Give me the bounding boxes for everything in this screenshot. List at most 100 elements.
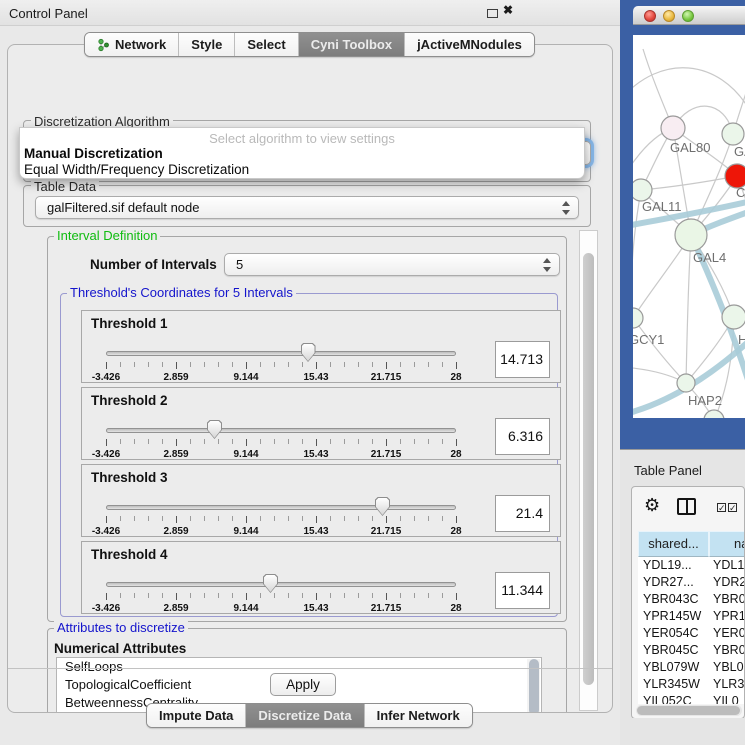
cell-name[interactable]: YIL0 <box>709 693 745 704</box>
cell-shared-name[interactable]: YDL19... <box>638 557 709 574</box>
network-node-gal80[interactable] <box>661 116 685 140</box>
column-split-icon[interactable] <box>677 498 696 515</box>
tab-jactivemnodules[interactable]: jActiveMNodules <box>404 33 534 56</box>
scrollbar-thumb[interactable] <box>583 253 594 685</box>
tab-select[interactable]: Select <box>234 33 297 56</box>
threshold-value-field[interactable]: 14.713 <box>495 341 550 378</box>
network-node-ga[interactable] <box>722 123 744 145</box>
top-tab-bar: Network Style Select Cyni Toolbox jActiv… <box>84 32 535 57</box>
network-window-titlebar[interactable] <box>633 6 745 25</box>
column-header-shared[interactable]: shared... <box>638 531 709 557</box>
threshold-label: Threshold 3 <box>91 470 168 485</box>
network-node-gal11[interactable] <box>633 179 652 201</box>
tab-style[interactable]: Style <box>178 33 234 56</box>
cell-name[interactable]: YBR0 <box>709 642 745 659</box>
checkbox-icon[interactable]: ✓ <box>717 503 726 512</box>
network-node-hap2[interactable] <box>677 374 695 392</box>
slider-tick-label: 9.144 <box>233 603 258 614</box>
cell-name[interactable]: YDR2 <box>709 574 745 591</box>
slider-tick-label: 28 <box>450 603 461 614</box>
tab-network[interactable]: Network <box>85 33 178 56</box>
slider-track[interactable] <box>106 582 456 587</box>
slider-handle[interactable] <box>263 574 278 593</box>
table-row[interactable]: YPR145WYPR1 <box>638 608 745 625</box>
node-label: H <box>738 332 745 347</box>
attributes-group-title: Attributes to discretize <box>54 620 188 635</box>
cell-shared-name[interactable]: YBR043C <box>638 591 709 608</box>
slider-handle[interactable] <box>207 420 222 439</box>
table-row[interactable]: YIL052CYIL0 <box>638 693 745 704</box>
slider-track[interactable] <box>106 351 456 356</box>
cell-shared-name[interactable]: YER054C <box>638 625 709 642</box>
close-icon[interactable]: ✖ <box>503 3 513 17</box>
threshold-list: Threshold 1-3.4262.8599.14415.4321.71528… <box>61 310 561 618</box>
cell-name[interactable]: YBL0 <box>709 659 745 676</box>
num-intervals-value: 5 <box>236 257 243 272</box>
slider-handle[interactable] <box>301 343 316 362</box>
network-node-gcy1[interactable] <box>633 308 643 328</box>
network-canvas[interactable]: GAL80GACGAL11GAL4GCY1HHAP2 <box>633 35 745 418</box>
slider-tick-label: 9.144 <box>233 526 258 537</box>
slider-tick-label: -3.426 <box>92 603 120 614</box>
table-row[interactable]: YBL079WYBL0 <box>638 659 745 676</box>
threshold-value-field[interactable]: 11.344 <box>495 572 550 609</box>
gear-icon[interactable]: ⚙ <box>644 495 660 516</box>
window-close-icon[interactable] <box>644 10 656 22</box>
threshold-slider[interactable]: -3.4262.8599.14415.4321.71528 <box>106 349 456 383</box>
cell-name[interactable]: YDL1 <box>709 557 745 574</box>
cell-shared-name[interactable]: YBR045C <box>638 642 709 659</box>
table-row[interactable]: YDR27...YDR2 <box>638 574 745 591</box>
cell-name[interactable]: YPR1 <box>709 608 745 625</box>
column-header-name[interactable]: na <box>709 531 745 557</box>
tab-impute-data[interactable]: Impute Data <box>147 704 245 727</box>
popup-item-manual-discretization[interactable]: Manual Discretization <box>24 146 163 161</box>
threshold-value-field[interactable]: 6.316 <box>495 418 550 455</box>
control-panel-titlebar: Control Panel ✖ <box>0 0 620 26</box>
table-row[interactable]: YDL19...YDL1 <box>638 557 745 574</box>
threshold-slider[interactable]: -3.4262.8599.14415.4321.71528 <box>106 580 456 614</box>
float-panel-icon[interactable] <box>487 9 498 18</box>
table-row[interactable]: YBR043CYBR0 <box>638 591 745 608</box>
table-data-combobox[interactable]: galFiltered.sif default node <box>35 196 579 219</box>
slider-tick-label: 2.859 <box>163 372 188 383</box>
checkbox-icon[interactable]: ✓ <box>728 503 737 512</box>
thresholds-group-title: Threshold's Coordinates for 5 Intervals <box>67 285 296 300</box>
slider-track[interactable] <box>106 505 456 510</box>
slider-tick-label: 2.859 <box>163 603 188 614</box>
table-horizontal-scrollbar[interactable] <box>636 705 742 716</box>
cell-shared-name[interactable]: YIL052C <box>638 693 709 704</box>
num-intervals-combobox[interactable]: 5 <box>224 253 560 276</box>
table-row[interactable]: YBR045CYBR0 <box>638 642 745 659</box>
popup-item-equal-width-frequency[interactable]: Equal Width/Frequency Discretization <box>24 162 249 177</box>
cell-shared-name[interactable]: YLR345W <box>638 676 709 693</box>
cell-name[interactable]: YLR3 <box>709 676 745 693</box>
window-zoom-icon[interactable] <box>682 10 694 22</box>
threshold-value-field[interactable]: 21.4 <box>495 495 550 532</box>
cell-shared-name[interactable]: YPR145W <box>638 608 709 625</box>
window-minimize-icon[interactable] <box>663 10 675 22</box>
table-row[interactable]: YLR345WYLR3 <box>638 676 745 693</box>
apply-button[interactable]: Apply <box>270 673 336 696</box>
cell-name[interactable]: YER0 <box>709 625 745 642</box>
panel-vertical-scrollbar[interactable] <box>579 230 598 711</box>
tab-discretize-data[interactable]: Discretize Data <box>245 704 363 727</box>
tab-infer-network[interactable]: Infer Network <box>364 704 472 727</box>
network-node-h[interactable] <box>722 305 745 329</box>
network-view-frame[interactable]: GAL80GACGAL11GAL4GCY1HHAP2 <box>620 0 745 449</box>
table-row[interactable]: YER054CYER0 <box>638 625 745 642</box>
slider-handle[interactable] <box>375 497 390 516</box>
network-node[interactable] <box>704 410 724 418</box>
threshold-slider[interactable]: -3.4262.8599.14415.4321.71528 <box>106 503 456 537</box>
cell-name[interactable]: YBR0 <box>709 591 745 608</box>
background-strip <box>620 718 745 745</box>
network-node-gal4[interactable] <box>675 219 707 251</box>
tab-cyni-toolbox[interactable]: Cyni Toolbox <box>298 33 404 56</box>
table-data-title: Table Data <box>31 179 99 194</box>
slider-track[interactable] <box>106 428 456 433</box>
cell-shared-name[interactable]: YBL079W <box>638 659 709 676</box>
cell-shared-name[interactable]: YDR27... <box>638 574 709 591</box>
threshold-slider[interactable]: -3.4262.8599.14415.4321.71528 <box>106 426 456 460</box>
slider-tick-label: 21.715 <box>371 449 402 460</box>
threshold-label: Threshold 4 <box>91 547 168 562</box>
network-edge <box>686 235 691 383</box>
